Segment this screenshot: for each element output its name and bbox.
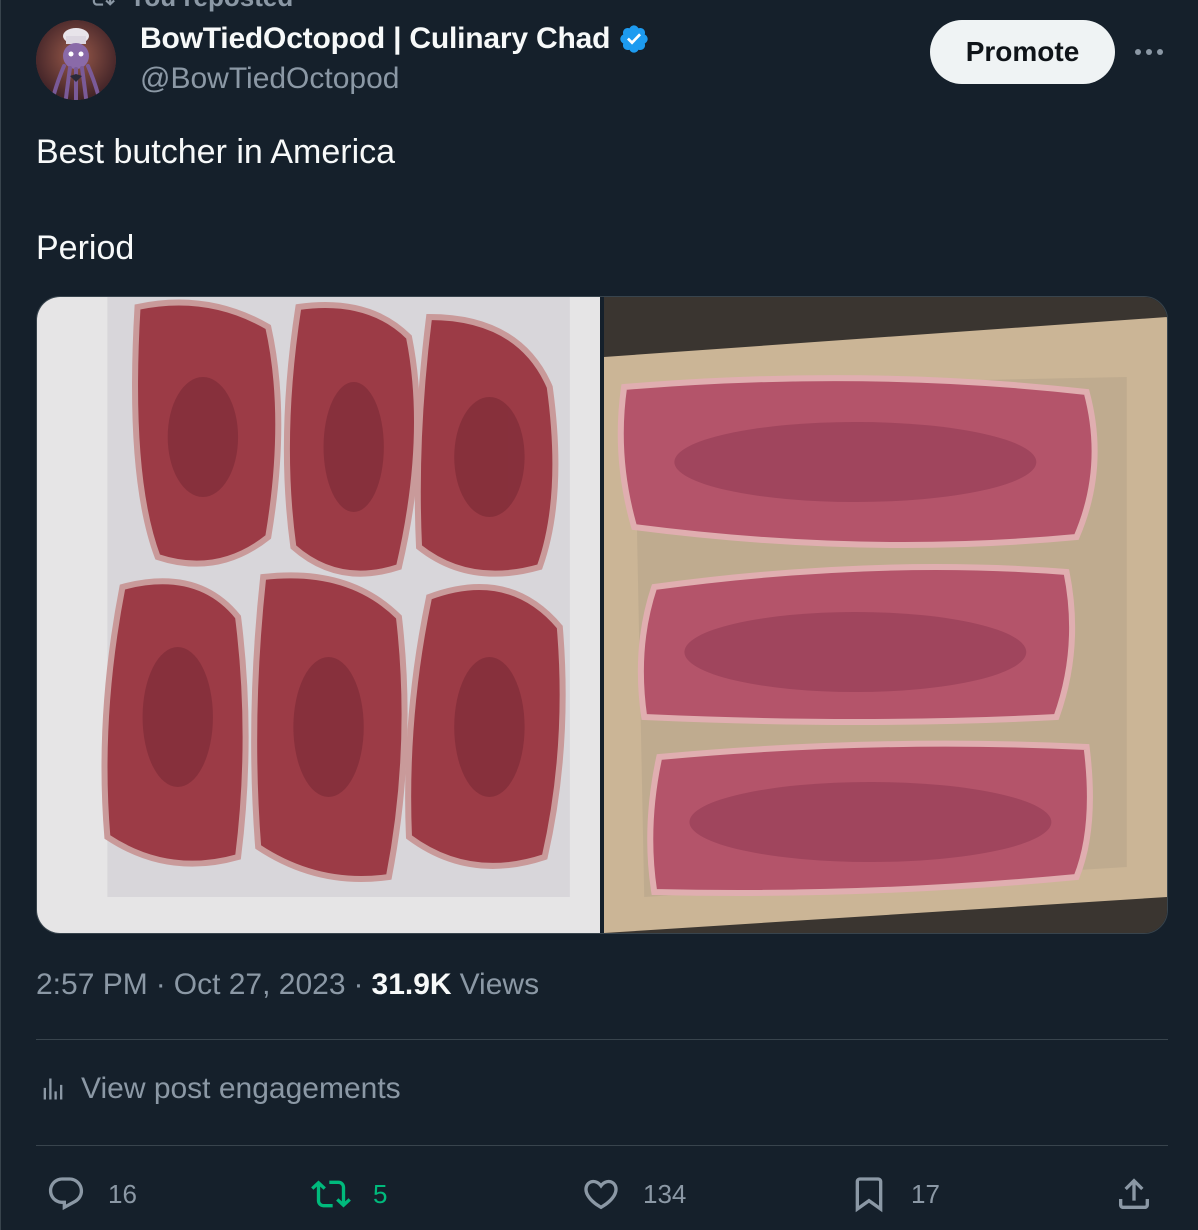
verified-badge-icon [620,25,648,53]
repost-count: 5 [373,1178,388,1209]
octopus-chef-avatar-icon [36,20,116,100]
meta-separator: · [155,968,166,1001]
share-icon [1119,1178,1149,1209]
reply-button[interactable]: 16 [46,1166,137,1222]
reposted-indicator: You reposted [89,0,293,13]
reply-count: 16 [108,1178,137,1209]
views-count: 31.9K [371,968,452,1001]
like-button[interactable]: 134 [581,1166,686,1222]
view-engagements-link[interactable]: View post engagements [39,1072,401,1106]
post-text: Best butcher in America Period [36,130,395,322]
repost-button[interactable]: 5 [311,1166,387,1222]
engagements-label[interactable]: View post engagements [81,1072,401,1106]
post-meta: 2:57 PM · Oct 27, 2023 · 31.9K Views [36,968,539,1002]
more-options-icon[interactable] [1129,34,1169,70]
divider [36,1039,1168,1040]
author-name-row[interactable]: BowTiedOctopod | Culinary Chad [140,22,650,56]
repost-icon [92,0,115,6]
action-bar: 16 5 134 17 [36,1166,1168,1222]
views-label: Views [459,968,540,1001]
divider [36,1145,1168,1146]
author-display-name[interactable]: BowTiedOctopod | Culinary Chad [140,22,610,56]
tweet-detail: You reposted BowTiedOctopod | Culinary C… [0,0,1198,1230]
author-handle[interactable]: @BowTiedOctopod [140,62,399,96]
post-time[interactable]: 2:57 PM [36,968,148,1002]
heart-icon [584,1179,618,1210]
post-line: Best butcher in America [36,133,396,171]
bookmark-button[interactable]: 17 [849,1166,940,1222]
reply-icon [48,1177,84,1211]
ribeye-steaks-photo-icon[interactable] [37,297,600,933]
post-date[interactable]: Oct 27, 2023 [174,968,346,1002]
bookmark-count: 17 [911,1178,940,1209]
avatar[interactable] [36,20,116,100]
post-line: Period [36,229,135,267]
reposted-label: You reposted [129,0,293,13]
promote-button[interactable]: Promote [930,20,1115,84]
media-grid[interactable] [36,296,1168,934]
bookmark-icon [855,1177,883,1213]
repost-icon [311,1180,351,1208]
share-button[interactable] [1114,1166,1154,1222]
meta-separator: · [353,968,364,1001]
like-count: 134 [643,1178,687,1209]
analytics-icon [43,1078,63,1100]
strip-steaks-photo-icon[interactable] [604,297,1167,933]
